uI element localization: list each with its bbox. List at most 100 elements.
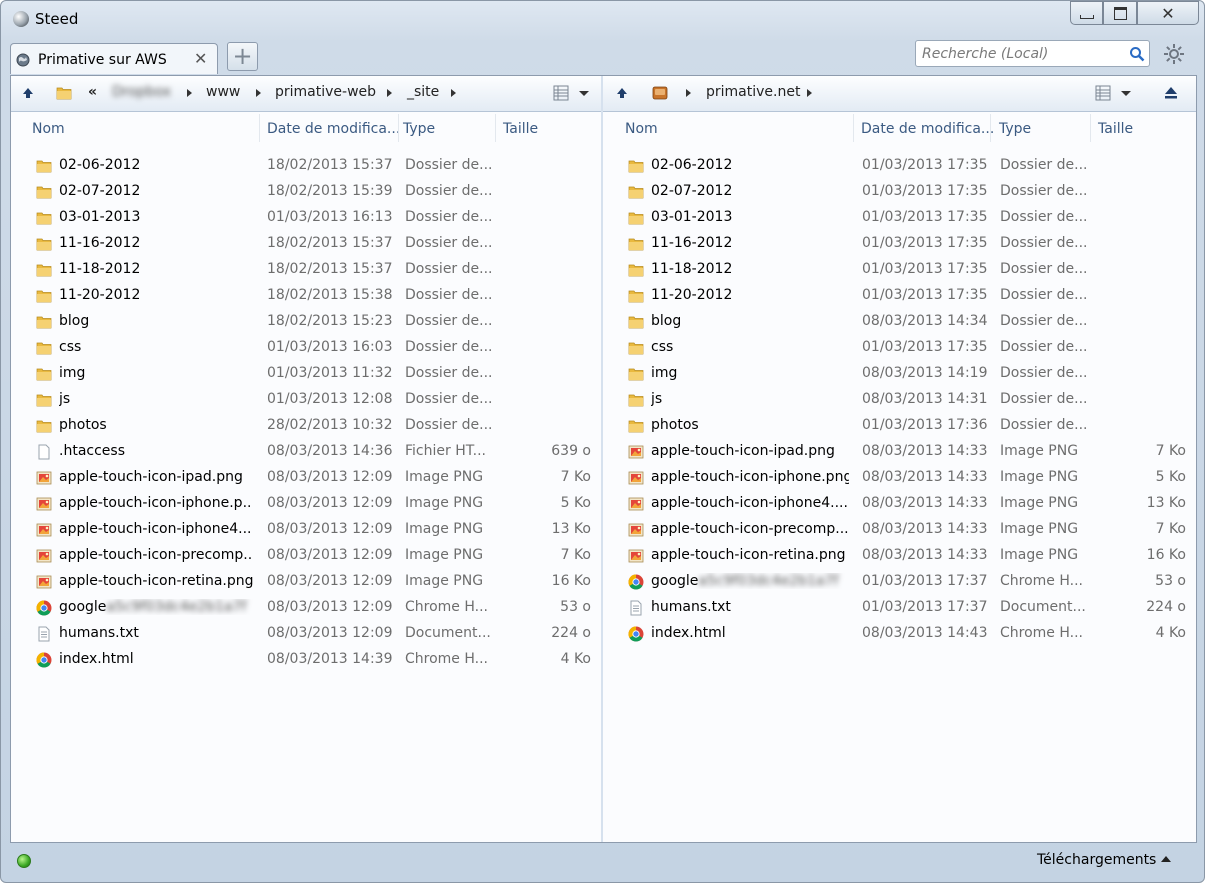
file-row[interactable]: index.html 08/03/2013 14:43 Chrome H... 4 K… — [603, 621, 1196, 647]
connection-status-icon — [17, 854, 31, 868]
column-divider[interactable] — [259, 114, 260, 142]
column-header-name[interactable]: Nom — [625, 121, 658, 137]
breadcrumb-segment[interactable]: primative-web — [275, 84, 376, 100]
maximize-button[interactable] — [1103, 1, 1137, 25]
search-field[interactable]: Recherche (Local) — [915, 40, 1150, 67]
file-row[interactable]: blog 18/02/2013 15:23 Dossier de... — [11, 309, 601, 335]
file-row[interactable]: 03-01-2013 01/03/2013 17:35 Dossier de... — [603, 205, 1196, 231]
file-row[interactable]: 11-16-2012 01/03/2013 17:35 Dossier de... — [603, 231, 1196, 257]
file-row[interactable]: css 01/03/2013 16:03 Dossier de... — [11, 335, 601, 361]
file-row[interactable]: index.html 08/03/2013 14:39 Chrome H... 4 K… — [11, 647, 601, 673]
file-row[interactable]: apple-touch-icon-iphone.png 08/03/2013 14… — [603, 465, 1196, 491]
file-row[interactable]: img 08/03/2013 14:19 Dossier de... — [603, 361, 1196, 387]
column-header-type[interactable]: Type — [403, 121, 435, 137]
tab-primative-sur-aws[interactable]: Primative sur AWS ✕ — [10, 43, 218, 74]
chevron-up-icon[interactable] — [1161, 856, 1171, 862]
file-row[interactable]: 02-07-2012 01/03/2013 17:35 Dossier de... — [603, 179, 1196, 205]
folder-icon — [628, 420, 644, 433]
breadcrumb-overflow[interactable]: « — [88, 84, 97, 100]
folder-icon — [628, 368, 644, 381]
file-row[interactable]: apple-touch-icon-ipad.png 08/03/2013 12:0… — [11, 465, 601, 491]
file-row[interactable]: apple-touch-icon-precomp... 08/03/2013 14… — [603, 517, 1196, 543]
file-row[interactable]: photos 28/02/2013 10:32 Dossier de... — [11, 413, 601, 439]
column-header-size[interactable]: Taille — [1098, 121, 1133, 137]
column-header-date[interactable]: Date de modifica... — [861, 121, 994, 137]
file-date: 08/03/2013 12:09 — [267, 599, 393, 615]
file-type: Image PNG — [1000, 443, 1079, 459]
file-row[interactable]: apple-touch-icon-retina.png 08/03/2013 14… — [603, 543, 1196, 569]
downloads-button[interactable]: Téléchargements — [1037, 852, 1156, 868]
file-row[interactable]: googlea5c9f03dc4e2b1a7f 01/03/2013 17:37 C… — [603, 569, 1196, 595]
breadcrumb-segment[interactable]: Dropbox — [112, 84, 171, 100]
column-header-date[interactable]: Date de modifica... — [267, 121, 400, 137]
left-file-list: 02-06-2012 18/02/2013 15:37 Dossier de... 0… — [11, 153, 601, 673]
file-row[interactable]: js 08/03/2013 14:31 Dossier de... — [603, 387, 1196, 413]
column-divider[interactable] — [495, 114, 496, 142]
breadcrumb-segment[interactable]: primative.net — [706, 84, 800, 100]
breadcrumb-segment[interactable]: www — [206, 84, 240, 100]
file-row[interactable]: blog 08/03/2013 14:34 Dossier de... — [603, 309, 1196, 335]
file-row[interactable]: img 01/03/2013 11:32 Dossier de... — [11, 361, 601, 387]
breadcrumb-separator-icon[interactable] — [451, 89, 456, 97]
file-row[interactable]: googlea5c9f03dc4e2b1a7f 08/03/2013 12:09 C… — [11, 595, 601, 621]
file-type: Chrome H... — [1000, 625, 1083, 641]
column-header-type[interactable]: Type — [999, 121, 1031, 137]
file-row[interactable]: 11-20-2012 01/03/2013 17:35 Dossier de... — [603, 283, 1196, 309]
breadcrumb-separator-icon[interactable] — [187, 89, 192, 97]
file-size: 7 Ko — [1155, 443, 1186, 459]
file-type: Dossier de... — [1000, 391, 1086, 407]
file-row[interactable]: js 01/03/2013 12:08 Dossier de... — [11, 387, 601, 413]
file-type: Dossier de... — [1000, 157, 1086, 173]
file-row[interactable]: 11-16-2012 18/02/2013 15:37 Dossier de... — [11, 231, 601, 257]
column-header-size[interactable]: Taille — [503, 121, 538, 137]
column-divider[interactable] — [398, 114, 399, 142]
view-options-button[interactable] — [1087, 79, 1141, 107]
file-row[interactable]: css 01/03/2013 17:35 Dossier de... — [603, 335, 1196, 361]
folder-icon — [36, 394, 52, 407]
file-row[interactable]: 11-20-2012 18/02/2013 15:38 Dossier de... — [11, 283, 601, 309]
file-row[interactable]: 02-07-2012 18/02/2013 15:39 Dossier de... — [11, 179, 601, 205]
new-tab-button[interactable]: + — [227, 42, 258, 71]
file-row[interactable]: 03-01-2013 01/03/2013 16:13 Dossier de... — [11, 205, 601, 231]
gear-icon[interactable] — [1162, 42, 1186, 66]
column-divider[interactable] — [853, 114, 854, 142]
file-date: 08/03/2013 14:43 — [862, 625, 988, 641]
minimize-button[interactable] — [1070, 1, 1103, 25]
up-arrow-icon[interactable] — [21, 86, 35, 100]
file-row[interactable]: apple-touch-icon-retina.png 08/03/2013 12… — [11, 569, 601, 595]
file-row[interactable]: 11-18-2012 01/03/2013 17:35 Dossier de... — [603, 257, 1196, 283]
column-header-name[interactable]: Nom — [32, 121, 65, 137]
up-arrow-icon[interactable] — [615, 86, 629, 100]
column-divider[interactable] — [1090, 114, 1091, 142]
file-row[interactable]: apple-touch-icon-iphone4.... 08/03/2013 1… — [603, 491, 1196, 517]
tab-close-icon[interactable]: ✕ — [194, 49, 207, 68]
file-row[interactable]: 02-06-2012 01/03/2013 17:35 Dossier de... — [603, 153, 1196, 179]
breadcrumb-separator-icon[interactable] — [807, 89, 812, 97]
minimize-icon — [1079, 15, 1094, 19]
breadcrumb-separator-icon[interactable] — [686, 89, 691, 97]
file-type: Image PNG — [1000, 521, 1079, 537]
file-size: 4 Ko — [560, 651, 591, 667]
file-row[interactable]: apple-touch-icon-iphone.p... 08/03/2013 1… — [11, 491, 601, 517]
file-row[interactable]: 11-18-2012 18/02/2013 15:37 Dossier de... — [11, 257, 601, 283]
file-row[interactable]: apple-touch-icon-ipad.png 08/03/2013 14:3… — [603, 439, 1196, 465]
breadcrumb-separator-icon[interactable] — [256, 89, 261, 97]
view-options-button[interactable] — [545, 79, 599, 107]
column-divider[interactable] — [990, 114, 991, 142]
breadcrumb-separator-icon[interactable] — [387, 89, 392, 97]
file-row[interactable]: apple-touch-icon-iphone4.... 08/03/2013 1… — [11, 517, 601, 543]
file-size: 7 Ko — [560, 547, 591, 563]
file-row[interactable]: humans.txt 01/03/2013 17:37 Document... 224… — [603, 595, 1196, 621]
file-row[interactable]: .htaccess 08/03/2013 14:36 Fichier HT... 63… — [11, 439, 601, 465]
breadcrumb-segment[interactable]: _site — [407, 84, 439, 100]
file-type: Dossier de... — [405, 261, 491, 277]
file-row[interactable]: humans.txt 08/03/2013 12:09 Document... 224… — [11, 621, 601, 647]
file-row[interactable]: photos 01/03/2013 17:36 Dossier de... — [603, 413, 1196, 439]
file-name: apple-touch-icon-precomp... — [651, 521, 849, 537]
search-icon[interactable] — [1129, 46, 1145, 62]
file-size: 5 Ko — [1155, 469, 1186, 485]
file-row[interactable]: apple-touch-icon-precomp... 08/03/2013 12… — [11, 543, 601, 569]
file-row[interactable]: 02-06-2012 18/02/2013 15:37 Dossier de... — [11, 153, 601, 179]
eject-icon[interactable] — [1163, 86, 1179, 100]
close-window-button[interactable]: ✕ — [1137, 1, 1199, 25]
